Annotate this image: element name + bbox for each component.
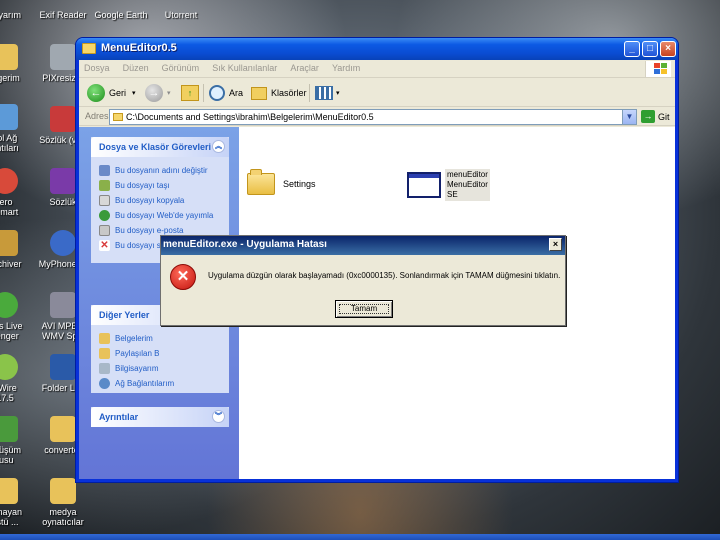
computer-icon <box>99 363 110 374</box>
views-button[interactable]: ▾ <box>315 82 340 104</box>
windows-logo-icon <box>645 61 671 77</box>
toolbar-separator <box>309 84 310 102</box>
menu-dosya[interactable]: Dosya <box>79 60 115 73</box>
toolbar: ← Geri ▾ → ▾ ↑ Ara Klasörler ▾ <box>79 79 675 107</box>
error-dialog[interactable]: menuEditor.exe - Uygulama Hatası × ✕ Uyg… <box>160 235 566 326</box>
place-paylasilan-belgeler[interactable]: Paylaşılan B <box>99 346 223 361</box>
place-belgelerim[interactable]: Belgelerim <box>99 331 223 346</box>
address-input[interactable]: C:\Documents and Settings\ibrahim\Belgel… <box>109 109 637 125</box>
application-icon <box>407 172 441 198</box>
search-icon <box>209 85 225 101</box>
dictionary-icon <box>50 106 76 132</box>
window-titlebar[interactable]: MenuEditor0.5 _ □ × <box>76 38 678 60</box>
file-item-settings[interactable]: Settings <box>247 169 316 195</box>
folders-button[interactable]: Klasörler <box>251 82 307 104</box>
forward-arrow-icon: → <box>145 84 163 102</box>
copy-icon <box>99 195 110 206</box>
email-icon <box>99 225 110 236</box>
search-button[interactable]: Ara <box>209 82 243 104</box>
details-panel: Ayrıntılar ︾ <box>91 407 229 427</box>
expand-icon[interactable]: ︾ <box>212 410 225 423</box>
dialog-title: menuEditor.exe - Uygulama Hatası <box>163 239 327 250</box>
maximize-button[interactable]: □ <box>642 41 658 57</box>
phone-sync-icon <box>50 230 76 256</box>
messenger-icon <box>0 292 18 318</box>
lock-icon <box>50 354 76 380</box>
globe-icon <box>99 210 110 221</box>
up-folder-icon: ↑ <box>181 85 199 101</box>
task-publish-web[interactable]: Bu dosyayı Web'de yayımla <box>99 208 223 223</box>
forward-button[interactable]: → ▾ <box>145 82 171 104</box>
task-move[interactable]: Bu dosyayı taşı <box>99 178 223 193</box>
menu-gorunum[interactable]: Görünüm <box>157 60 205 73</box>
place-ag-baglantilarim[interactable]: Ağ Bağlantılarım <box>99 376 223 391</box>
folder-icon <box>251 86 267 100</box>
desktop-icon-utorrent[interactable]: Utorrent <box>146 0 216 20</box>
dictionary-icon <box>50 168 76 194</box>
back-button[interactable]: ← Geri ▾ <box>87 82 136 104</box>
chevron-down-icon: ▾ <box>336 90 340 97</box>
menu-sik-kullanilanlar[interactable]: Sık Kullanılanlar <box>207 60 282 73</box>
toolbar-separator <box>203 84 204 102</box>
folder-icon <box>247 169 275 195</box>
chevron-down-icon: ▾ <box>132 90 136 97</box>
move-icon <box>99 180 110 191</box>
go-arrow-icon: → <box>641 110 655 123</box>
up-folder-button[interactable]: ↑ <box>181 82 199 104</box>
desktop-icon-medya-oynaticilar[interactable]: medya oynatıcılar <box>28 478 98 527</box>
menu-bar: Dosya Düzen Görünüm Sık Kullanılanlar Ar… <box>79 60 675 78</box>
dialog-message: Uygulama düzgün olarak başlayamadı (0xc0… <box>208 271 561 280</box>
panel-title[interactable]: Ayrıntılar ︾ <box>91 407 229 427</box>
task-rename[interactable]: Bu dosyanın adını değiştir <box>99 163 223 178</box>
folder-icon <box>99 333 110 344</box>
place-bilgisayarim[interactable]: Bilgisayarım <box>99 361 223 376</box>
menu-yardim[interactable]: Yardım <box>327 60 365 73</box>
scissors-icon <box>50 292 76 318</box>
folder-icon <box>0 478 18 504</box>
delete-icon: ✕ <box>99 240 110 251</box>
chevron-down-icon: ▾ <box>167 90 171 97</box>
folder-icon <box>50 478 76 504</box>
go-button[interactable]: → Git <box>641 110 670 123</box>
ok-button[interactable]: Tamam <box>335 300 393 318</box>
address-label: Adres <box>85 111 109 121</box>
folder-icon <box>50 416 76 442</box>
back-arrow-icon: ← <box>87 84 105 102</box>
address-bar: Adres C:\Documents and Settings\ibrahim\… <box>79 108 675 126</box>
dialog-close-button[interactable]: × <box>549 238 562 251</box>
minimize-button[interactable]: _ <box>624 41 640 57</box>
folder-icon <box>82 43 96 54</box>
network-icon <box>0 104 18 130</box>
close-button[interactable]: × <box>660 41 676 57</box>
error-icon: ✕ <box>170 264 196 290</box>
shared-folder-icon <box>99 348 110 359</box>
dialog-titlebar[interactable]: menuEditor.exe - Uygulama Hatası × <box>161 236 565 255</box>
nero-icon <box>0 168 18 194</box>
window-title: MenuEditor0.5 <box>101 42 177 54</box>
collapse-icon[interactable]: ︽ <box>212 140 225 153</box>
rename-icon <box>99 165 110 176</box>
panel-title[interactable]: Dosya ve Klasör Görevleri ︽ <box>91 137 229 157</box>
folder-icon <box>113 113 123 121</box>
taskbar[interactable] <box>0 534 720 540</box>
views-icon <box>315 86 333 100</box>
menu-duzen[interactable]: Düzen <box>118 60 154 73</box>
menu-araclar[interactable]: Araçlar <box>285 60 324 73</box>
chevron-down-icon[interactable]: ▼ <box>622 110 636 124</box>
pixresizer-icon <box>50 44 76 70</box>
network-icon <box>99 378 110 389</box>
file-item-menueditor[interactable]: menuEditor MenuEditor SE <box>407 169 490 201</box>
limewire-icon <box>0 354 18 380</box>
folder-icon <box>0 44 18 70</box>
task-copy[interactable]: Bu dosyayı kopyala <box>99 193 223 208</box>
recycle-bin-icon <box>0 416 18 442</box>
archiver-icon <box>0 230 18 256</box>
